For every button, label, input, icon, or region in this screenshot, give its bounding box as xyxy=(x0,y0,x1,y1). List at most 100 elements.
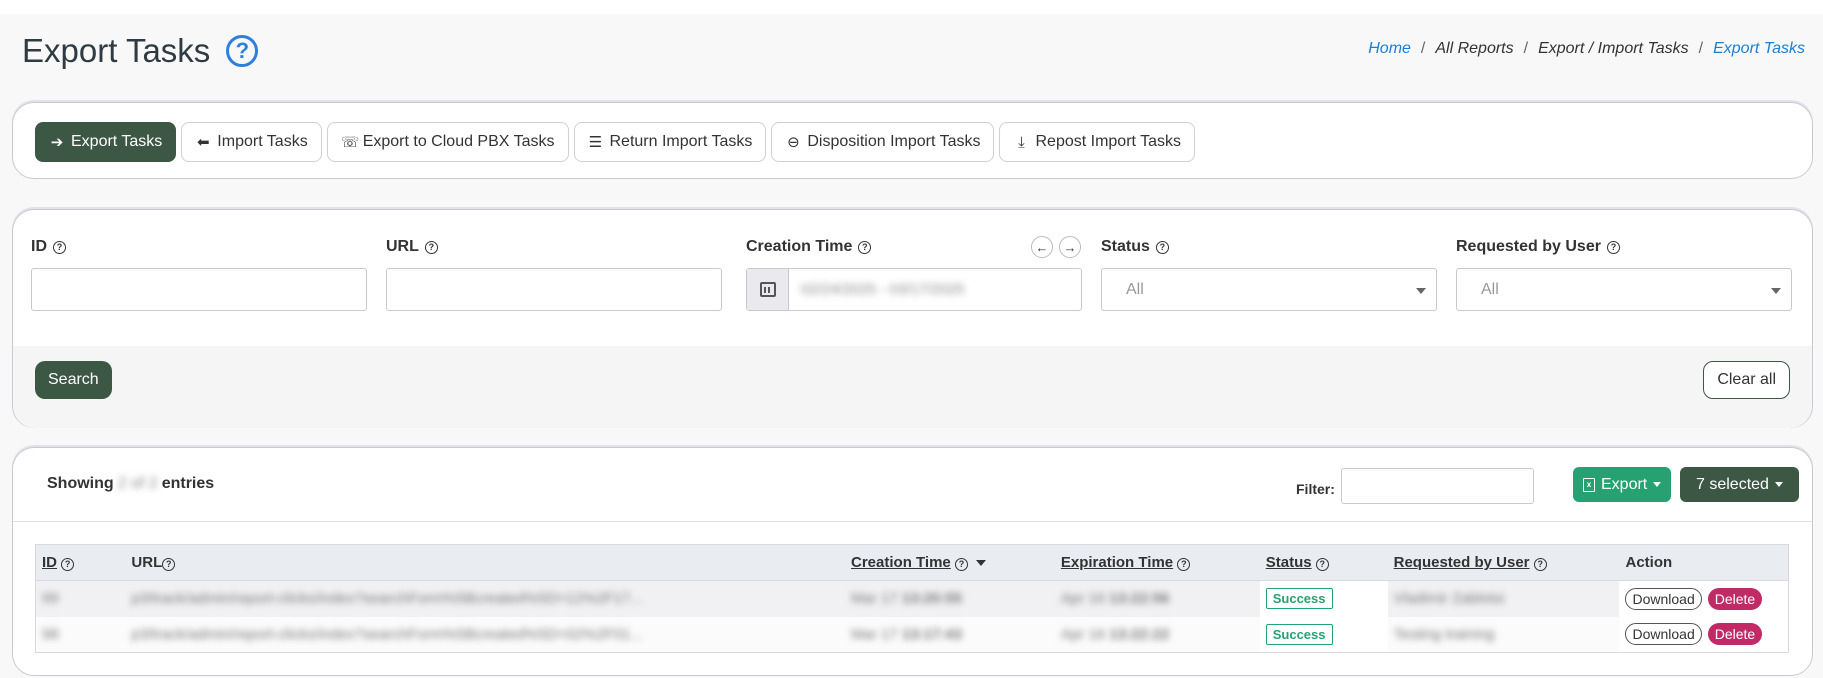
showing-range: 2 of 2 xyxy=(117,475,158,492)
tab-label: Disposition Import Tasks xyxy=(807,133,981,150)
page-title: Export Tasks ? xyxy=(22,32,259,70)
row-url[interactable]: p3/track/admin/report-clicks/index?searc… xyxy=(131,626,642,643)
column-header-id[interactable]: ID ? xyxy=(35,544,126,581)
id-label: ID ? xyxy=(31,238,66,256)
question-icon[interactable]: ? xyxy=(1177,557,1191,571)
arrow-left-circle-icon: ⬅ xyxy=(197,134,210,151)
status-select[interactable]: All xyxy=(1101,268,1437,311)
tab-disposition-import[interactable]: ⊖ Disposition Import Tasks xyxy=(771,122,995,162)
creation-time-value: 02/24/2025 - 03/17/2025 xyxy=(801,281,965,298)
table-row: 99 p3/track/admin/report-clicks/index?se… xyxy=(35,580,1789,617)
column-title: Expiration Time xyxy=(1060,554,1174,571)
breadcrumb-export-import[interactable]: Export / Import Tasks xyxy=(1538,40,1689,58)
requested-by-label: Requested by User ? xyxy=(1456,238,1620,256)
status-label-text: Status xyxy=(1101,238,1150,255)
question-icon[interactable]: ? xyxy=(1155,240,1169,254)
row-url[interactable]: p3/track/admin/report-clicks/index?searc… xyxy=(131,590,642,607)
delete-button[interactable]: Delete xyxy=(1707,623,1763,646)
export-button[interactable]: x Export xyxy=(1573,467,1672,502)
id-label-text: ID xyxy=(31,238,47,255)
question-icon[interactable]: ? xyxy=(1533,557,1547,571)
column-header-status[interactable]: Status ? xyxy=(1259,544,1388,581)
row-id: 98 xyxy=(42,625,59,643)
row-created-date: Mar 17 xyxy=(851,590,898,608)
breadcrumb-separator: / xyxy=(1698,40,1704,57)
requested-by-select[interactable]: All xyxy=(1456,268,1792,311)
id-input[interactable] xyxy=(31,268,367,311)
question-icon[interactable]: ? xyxy=(954,557,968,571)
breadcrumb-separator: / xyxy=(1420,40,1426,57)
question-icon[interactable]: ? xyxy=(424,240,438,254)
caret-down-icon xyxy=(1653,482,1662,487)
question-icon[interactable]: ? xyxy=(61,557,75,571)
breadcrumb: Home / All Reports / Export / Import Tas… xyxy=(1368,40,1805,58)
row-expires-time: 13:22:22 xyxy=(1109,625,1170,643)
row-expires-date: Apr 16 xyxy=(1060,590,1106,608)
row-expires-time: 13:22:56 xyxy=(1109,590,1170,608)
url-label: URL ? xyxy=(386,238,438,256)
help-icon[interactable]: ? xyxy=(226,35,259,67)
arrow-right-circle-icon: ➔ xyxy=(50,134,64,151)
tab-repost-import[interactable]: ⤓ Repost Import Tasks xyxy=(999,122,1196,162)
tab-import-tasks[interactable]: ⬅ Import Tasks xyxy=(181,122,322,162)
question-icon[interactable]: ? xyxy=(162,557,176,571)
showing-prefix: Showing xyxy=(47,475,114,492)
filter-footer: Search Clear all xyxy=(13,346,1812,428)
task-tabs: ➔ Export Tasks ⬅ Import Tasks ☏ Export t… xyxy=(35,122,1196,162)
page-title-text: Export Tasks xyxy=(22,32,211,69)
tab-export-cloud-pbx[interactable]: ☏ Export to Cloud PBX Tasks xyxy=(326,122,569,162)
calendar-button[interactable] xyxy=(747,269,789,310)
breadcrumb-all-reports[interactable]: All Reports xyxy=(1435,40,1513,58)
delete-button[interactable]: Delete xyxy=(1707,587,1763,610)
showing-entries: Showing 2 of 2 entries xyxy=(47,475,214,493)
status-label: Status ? xyxy=(1101,238,1169,256)
caret-down-icon xyxy=(1771,288,1781,294)
sort-desc-icon xyxy=(975,560,986,567)
column-header-url: URL? xyxy=(125,544,846,581)
status-badge: Success xyxy=(1265,623,1333,645)
breadcrumb-separator: / xyxy=(1523,40,1529,57)
table-row: 98 p3/track/admin/report-clicks/index?se… xyxy=(35,616,1789,653)
column-title: Action xyxy=(1625,554,1673,571)
phone-volume-icon: ☏ xyxy=(340,134,360,151)
creation-time-label: Creation Time ? xyxy=(746,238,872,256)
column-title: Status xyxy=(1265,554,1312,571)
clear-all-button[interactable]: Clear all xyxy=(1703,361,1790,399)
url-input[interactable] xyxy=(386,268,722,311)
row-user: Testing training xyxy=(1393,625,1495,643)
column-header-action: Action xyxy=(1619,544,1789,581)
export-label: Export xyxy=(1601,475,1648,493)
download-button[interactable]: Download xyxy=(1625,623,1702,646)
question-icon[interactable]: ? xyxy=(1315,557,1329,571)
requested-by-select-value: All xyxy=(1481,280,1499,298)
row-created-date: Mar 17 xyxy=(851,625,898,643)
question-icon[interactable]: ? xyxy=(53,240,66,254)
next-period-arrow-icon[interactable]: → xyxy=(1059,236,1081,258)
question-icon[interactable]: ? xyxy=(1606,240,1620,254)
excel-file-icon: x xyxy=(1583,477,1595,492)
column-title: Creation Time xyxy=(851,554,951,571)
tab-label: Export to Cloud PBX Tasks xyxy=(362,133,555,150)
creation-time-range-input[interactable]: 02/24/2025 - 03/17/2025 xyxy=(746,268,1082,311)
selected-label: 7 selected xyxy=(1696,475,1769,493)
previous-period-arrow-icon[interactable]: ← xyxy=(1031,236,1053,258)
status-select-value: All xyxy=(1126,280,1144,298)
columns-selected-button[interactable]: 7 selected xyxy=(1680,467,1799,502)
download-button[interactable]: Download xyxy=(1625,587,1702,610)
inbox-download-icon: ⤓ xyxy=(1018,133,1025,151)
column-header-requested-by[interactable]: Requested by User ? xyxy=(1387,544,1620,581)
table-header-row: ID ? URL? Creation Time ? Expiration Tim… xyxy=(35,544,1789,581)
row-created-time: 13:17:43 xyxy=(901,625,962,643)
row-id: 99 xyxy=(42,590,59,608)
calendar-icon xyxy=(759,282,776,297)
column-header-expiration-time[interactable]: Expiration Time ? xyxy=(1054,544,1260,581)
tab-return-import[interactable]: ☰ Return Import Tasks xyxy=(573,122,767,162)
tab-export-tasks[interactable]: ➔ Export Tasks xyxy=(35,122,177,162)
tab-label: Return Import Tasks xyxy=(609,133,753,150)
column-header-creation-time[interactable]: Creation Time ? xyxy=(845,544,1055,581)
search-button[interactable]: Search xyxy=(35,361,112,399)
breadcrumb-home[interactable]: Home xyxy=(1368,40,1411,58)
question-icon[interactable]: ? xyxy=(858,240,872,254)
breadcrumb-current[interactable]: Export Tasks xyxy=(1713,40,1805,58)
filter-input[interactable] xyxy=(1341,468,1534,504)
